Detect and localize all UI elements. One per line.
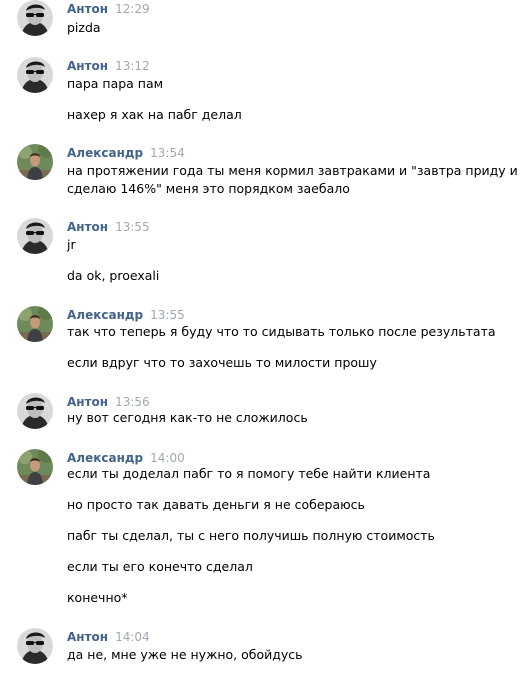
- message-text: на протяжении года ты меня кормил завтра…: [67, 163, 518, 178]
- message-text: пабг ты сделал, ты с него получишь полну…: [67, 528, 435, 543]
- message-text: так что теперь я буду что то сидывать то…: [67, 324, 496, 339]
- avatar-alexandr-icon: [17, 306, 53, 342]
- author-name[interactable]: Антон: [67, 395, 108, 409]
- message-time[interactable]: 14:00: [150, 451, 185, 465]
- avatar[interactable]: [17, 306, 53, 342]
- avatar-anton-icon: [17, 0, 53, 36]
- avatar[interactable]: [17, 628, 53, 664]
- message-header: Александр 13:55: [67, 308, 185, 322]
- message-text: нахер я хак на пабг делал: [67, 107, 242, 122]
- author-name[interactable]: Антон: [67, 630, 108, 644]
- avatar[interactable]: [17, 144, 53, 180]
- message-header: Антон 13:55: [67, 220, 150, 234]
- message-text: если вдруг что то захочешь то милости пр…: [67, 355, 377, 370]
- message-time[interactable]: 13:54: [150, 146, 185, 160]
- author-name[interactable]: Александр: [67, 308, 143, 322]
- author-name[interactable]: Александр: [67, 451, 143, 465]
- avatar[interactable]: [17, 449, 53, 485]
- message-text: пара пара пам: [67, 76, 164, 91]
- avatar[interactable]: [17, 0, 53, 36]
- message-text: если ты доделал пабг то я помогу тебе на…: [67, 466, 431, 481]
- avatar-alexandr-icon: [17, 144, 53, 180]
- message-text: если ты его конечто сделал: [67, 559, 253, 574]
- message-header: Антон 13:12: [67, 59, 150, 73]
- message-header: Антон 14:04: [67, 630, 150, 644]
- message-text: но просто так давать деньги я не собераю…: [67, 497, 365, 512]
- message-text: jr: [67, 237, 76, 252]
- message-text: ну вот сегодня как-то не сложилось: [67, 410, 308, 425]
- message-header: Александр 14:00: [67, 451, 185, 465]
- avatar[interactable]: [17, 393, 53, 429]
- author-name[interactable]: Антон: [67, 2, 108, 16]
- avatar-anton-icon: [17, 57, 53, 93]
- message-text: конечно*: [67, 590, 128, 605]
- message-text: da ok, proexali: [67, 268, 160, 283]
- avatar-anton-icon: [17, 393, 53, 429]
- message-text: да не, мне уже не нужно, обойдусь: [67, 647, 303, 662]
- message-header: Антон 13:56: [67, 395, 150, 409]
- message-time[interactable]: 13:55: [115, 220, 150, 234]
- avatar-anton-icon: [17, 628, 53, 664]
- avatar[interactable]: [17, 218, 53, 254]
- message-text: сделаю 146%" меня это порядком заебало: [67, 181, 350, 196]
- message-text: pizda: [67, 20, 101, 35]
- avatar-anton-icon: [17, 218, 53, 254]
- message-time[interactable]: 13:55: [150, 308, 185, 322]
- author-name[interactable]: Антон: [67, 59, 108, 73]
- message-time[interactable]: 13:56: [115, 395, 150, 409]
- message-history: Антон 12:29 pizda Антон 13:12 пара пара па…: [0, 0, 532, 678]
- message-time[interactable]: 14:04: [115, 630, 150, 644]
- avatar-alexandr-icon: [17, 449, 53, 485]
- author-name[interactable]: Александр: [67, 146, 143, 160]
- avatar[interactable]: [17, 57, 53, 93]
- message-header: Александр 13:54: [67, 146, 185, 160]
- author-name[interactable]: Антон: [67, 220, 108, 234]
- message-header: Антон 12:29: [67, 2, 150, 16]
- message-time[interactable]: 12:29: [115, 2, 150, 16]
- message-time[interactable]: 13:12: [115, 59, 150, 73]
